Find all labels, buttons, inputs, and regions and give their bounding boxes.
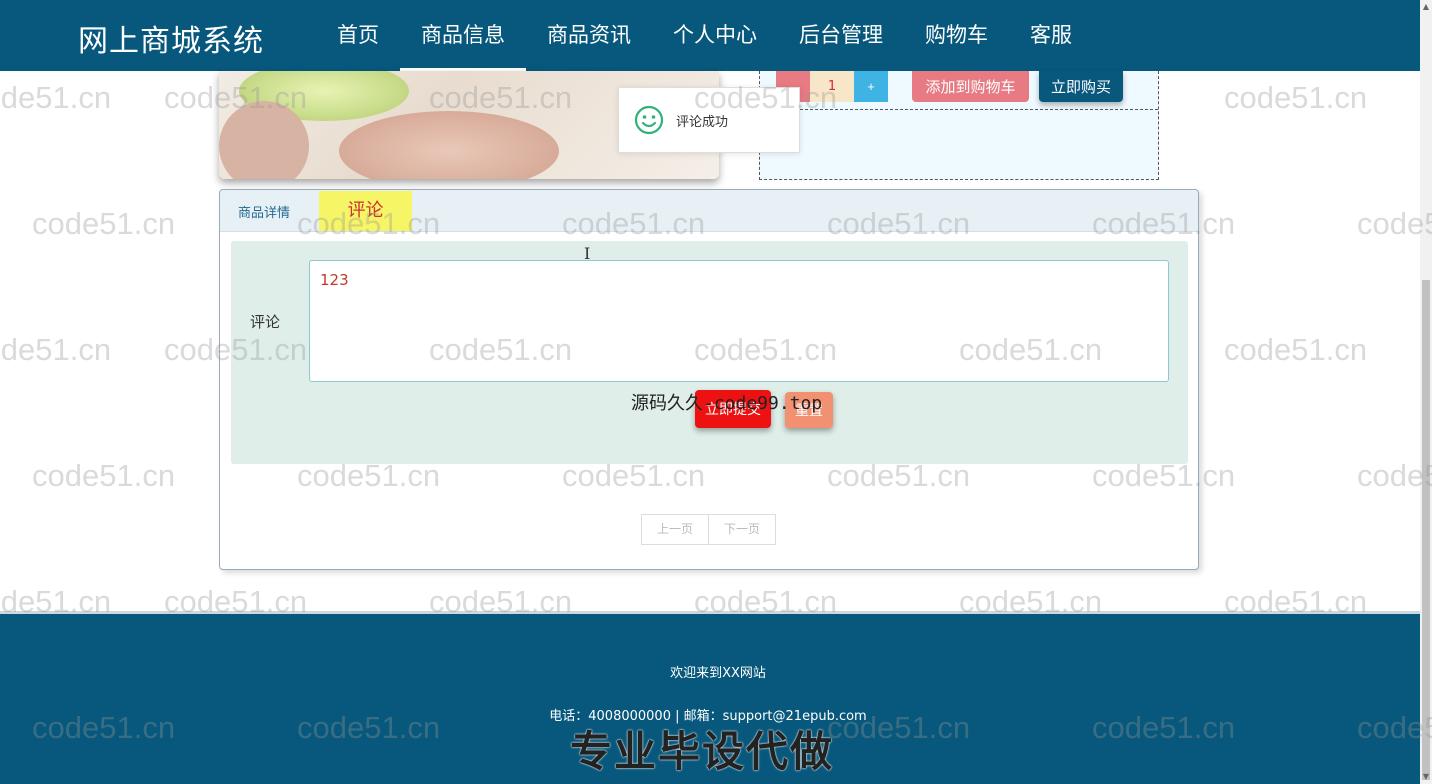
- scroll-up-icon[interactable]: ▲: [1420, 0, 1432, 14]
- buy-panel: - 1 + 添加到购物车 立即购买: [759, 71, 1159, 180]
- smiley-icon: [634, 105, 664, 135]
- scroll-thumb[interactable]: [1422, 280, 1430, 780]
- nav-product-info[interactable]: 商品信息: [400, 0, 526, 71]
- scroll-down-icon[interactable]: ▼: [1420, 770, 1432, 784]
- buy-now-button[interactable]: 立即购买: [1039, 71, 1123, 102]
- watermark: code51.cn: [1224, 332, 1368, 367]
- main-nav: 首页 商品信息 商品资讯 个人中心 后台管理 购物车 客服: [316, 0, 1093, 71]
- comment-form: 评论 123 立即提交 重置 源码久久-code99.top: [231, 241, 1188, 464]
- watermark: code51.cn: [32, 206, 176, 241]
- comment-label: 评论: [250, 313, 281, 331]
- footer-banner: 专业毕设代做: [570, 727, 835, 776]
- success-toast: 评论成功: [618, 87, 800, 153]
- product-tabs-panel: 商品详情 评论 评论 123 立即提交 重置 源码久久-code99.top 上…: [219, 189, 1199, 570]
- text-cursor-icon: I: [584, 244, 591, 263]
- pagination: 上一页 下一页: [641, 514, 776, 545]
- tab-comment[interactable]: 评论: [319, 191, 412, 231]
- watermark-overlay-text: 源码久久-code99.top: [631, 393, 823, 414]
- nav-cart[interactable]: 购物车: [904, 0, 1009, 71]
- next-page-button[interactable]: 下一页: [708, 514, 776, 545]
- watermark: code51.cn: [0, 332, 112, 367]
- prev-page-button[interactable]: 上一页: [641, 514, 709, 545]
- nav-customer-service[interactable]: 客服: [1009, 0, 1093, 71]
- watermark: code51.cn: [32, 458, 176, 493]
- nav-personal-center[interactable]: 个人中心: [652, 0, 778, 71]
- watermark: code51.cn: [0, 80, 112, 115]
- nav-home[interactable]: 首页: [316, 0, 400, 71]
- quantity-plus-button[interactable]: +: [854, 71, 888, 102]
- nav-product-news[interactable]: 商品资讯: [526, 0, 652, 71]
- site-logo[interactable]: 网上商城系统: [78, 16, 264, 60]
- watermark: code51.cn: [1224, 80, 1368, 115]
- quantity-input[interactable]: 1: [810, 71, 854, 102]
- add-to-cart-button[interactable]: 添加到购物车: [912, 71, 1029, 102]
- page-scrollbar[interactable]: ▲ ▼: [1420, 0, 1432, 784]
- tab-product-detail[interactable]: 商品详情: [238, 202, 290, 221]
- comment-textarea[interactable]: 123: [309, 260, 1169, 382]
- footer: 欢迎来到XX网站 电话：4008000000 | 邮箱：support@21ep…: [0, 611, 1420, 784]
- toast-message: 评论成功: [676, 114, 729, 130]
- divider: [760, 109, 1158, 110]
- top-header: 网上商城系统 首页 商品信息 商品资讯 个人中心 后台管理 购物车 客服: [0, 0, 1420, 71]
- hand-shape: [339, 111, 559, 179]
- footer-welcome: 欢迎来到XX网站: [670, 666, 766, 681]
- nav-admin[interactable]: 后台管理: [778, 0, 904, 71]
- tab-bar: 商品详情 评论: [220, 190, 1198, 232]
